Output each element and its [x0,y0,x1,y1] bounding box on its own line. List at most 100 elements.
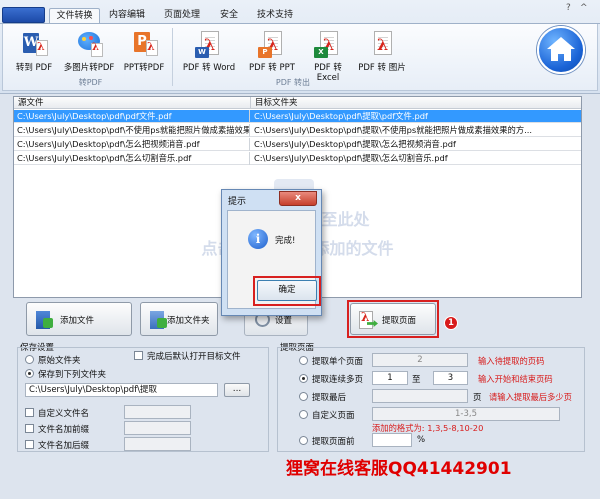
ppt-to-pdf-label: PPT转PDF [123,63,165,73]
column-header-source[interactable]: 源文件 [14,97,251,109]
images-to-pdf-icon: λ [75,30,103,58]
ok-button[interactable]: 确定 [257,280,317,301]
ppt-to-pdf-icon: P λ [130,30,158,58]
word-to-pdf-label: 转到 PDF [15,63,53,73]
radio-single-page[interactable] [299,356,308,365]
home-button[interactable] [537,26,585,74]
save-to-folder-label: 保存到下列文件夹 [38,370,107,380]
add-file-icon [34,309,54,330]
name-prefix-checkbox[interactable] [25,424,34,433]
pdf-to-word-icon: λ W [195,30,223,58]
radio-original-folder[interactable] [25,355,34,364]
add-folder-button[interactable]: 添加文件夹 [140,302,218,336]
last-pages-label: 提取最后 [312,393,347,403]
tab-page-process[interactable]: 页面处理 [158,8,206,24]
front-percent-field[interactable] [372,433,412,447]
group-separator [172,28,173,86]
message-dialog: 提示 x i 完成! 2 确定 [221,189,322,316]
source-cell: C:\Users\July\Desktop\pdf\不使用ps就能把照片做成素描… [14,124,250,137]
step-marker-1: 1 [444,316,458,330]
source-cell: C:\Users\July\Desktop\pdf\怎么把视频消音.pdf [14,138,250,151]
name-suffix-checkbox[interactable] [25,440,34,449]
pdf-to-excel-button[interactable]: λ X PDF 转 Excel [302,30,354,83]
add-folder-icon [148,309,168,330]
browse-button[interactable]: ... [224,383,250,397]
output-path-field[interactable]: C:\Users\July\Desktop\pdf\提取 [25,383,218,397]
name-suffix-label: 文件名加后缀 [38,441,90,451]
add-folder-label: 添加文件夹 [167,316,210,326]
table-row[interactable]: C:\Users\July\Desktop\pdf\pdf文件.pdf C:\U… [14,110,581,123]
tab-tech-support[interactable]: 技术支持 [251,8,299,24]
name-prefix-field[interactable] [124,421,191,435]
extract-pages-label: 提取页面 [382,316,417,326]
tab-security[interactable]: 安全 [213,8,245,24]
open-after-label: 完成后默认打开目标文件 [147,352,241,362]
ribbon: 文件转换 内容编辑 页面处理 安全 技术支持 ? ^ W λ 转到 PDF λ … [0,0,600,94]
source-cell: C:\Users\July\Desktop\pdf\怎么切割音乐.pdf [14,152,250,165]
tab-file-convert[interactable]: 文件转换 [49,8,100,24]
images-to-pdf-button[interactable]: λ 多图片转PDF [58,30,120,73]
group-label-to-pdf: 转PDF [78,78,103,87]
single-page-hint: 输入待提取的页码 [478,356,545,366]
app-menu-button[interactable] [2,7,45,23]
pdf-to-ppt-label: PDF 转 PPT [249,63,295,73]
front-percent-unit: % [417,435,426,445]
pdf-to-word-label: PDF 转 Word [182,63,236,73]
original-folder-label: 原始文件夹 [38,356,81,366]
table-row[interactable]: C:\Users\July\Desktop\pdf\怎么把视频消音.pdf C:… [14,138,581,151]
custom-pages-field[interactable]: 1-3,5 [372,407,560,421]
radio-custom-pages[interactable] [299,410,308,419]
name-suffix-field[interactable] [124,437,191,451]
last-pages-unit: 页 [473,393,482,403]
last-pages-field[interactable] [372,389,468,403]
radio-page-range[interactable] [299,374,308,383]
radio-front-percent[interactable] [299,436,308,445]
target-cell: C:\Users\July\Desktop\pdf\提取\怎么切割音乐.pdf [254,153,448,163]
range-to-field[interactable]: 3 [433,371,468,385]
table-row[interactable]: C:\Users\July\Desktop\pdf\不使用ps就能把照片做成素描… [14,124,581,137]
column-header-target[interactable]: 目标文件夹 [251,97,581,109]
minimize-ribbon-button[interactable]: ^ [580,3,588,13]
last-pages-hint: 请输入提取最后多少页 [489,392,572,402]
radio-last-pages[interactable] [299,392,308,401]
radio-save-to-folder[interactable] [25,369,34,378]
pdf-to-image-button[interactable]: λ PDF 转 图片 [356,30,408,73]
tab-content-edit[interactable]: 内容编辑 [103,8,151,24]
pdf-to-excel-icon: λ X [314,30,342,58]
add-file-label: 添加文件 [60,316,95,326]
extract-pages-icon: λ [358,310,378,331]
images-to-pdf-label: 多图片转PDF [63,63,115,73]
target-cell: C:\Users\July\Desktop\pdf\提取\怎么把视频消音.pdf [254,139,456,149]
source-cell: C:\Users\July\Desktop\pdf\pdf文件.pdf [14,110,250,123]
custom-name-field[interactable] [124,405,191,419]
pdf-to-ppt-icon: λ P [258,30,286,58]
single-page-label: 提取单个页面 [312,357,364,367]
ppt-to-pdf-button[interactable]: P λ PPT转PDF [121,30,167,73]
pdf-to-word-button[interactable]: λ W PDF 转 Word [178,30,240,73]
pdf-to-image-label: PDF 转 图片 [358,63,406,73]
page-range-hint: 输入开始和结束页码 [478,374,553,384]
add-file-button[interactable]: 添加文件 [26,302,132,336]
page-range-label: 提取连续多页 [312,375,364,385]
watermark-text: 狸窝在线客服QQ41442901 [286,459,512,479]
word-to-pdf-button[interactable]: W λ 转到 PDF [14,30,54,73]
table-row[interactable]: C:\Users\July\Desktop\pdf\怎么切割音乐.pdf C:\… [14,152,581,165]
single-page-field[interactable]: 2 [372,353,468,367]
pdf-to-ppt-button[interactable]: λ P PDF 转 PPT [244,30,300,73]
extract-pages-button[interactable]: λ 提取页面 [350,303,436,335]
range-from-field[interactable]: 1 [372,371,408,385]
dialog-close-button[interactable]: x [279,191,317,206]
custom-name-label: 自定义文件名 [38,409,90,419]
help-button[interactable]: ? [566,3,571,13]
dialog-title: 提示 [228,197,247,207]
open-after-checkbox[interactable] [134,351,143,360]
custom-pages-label: 自定义页面 [312,411,355,421]
target-cell: C:\Users\July\Desktop\pdf\提取\pdf文件.pdf [254,111,428,121]
target-cell: C:\Users\July\Desktop\pdf\提取\不使用ps就能把照片做… [254,125,533,135]
front-percent-label: 提取页面前 [312,437,355,447]
dialog-message: 完成! [275,236,296,246]
pdf-to-image-icon: λ [368,30,396,58]
custom-name-checkbox[interactable] [25,408,34,417]
info-icon: i [248,229,268,249]
name-prefix-label: 文件名加前缀 [38,425,90,435]
